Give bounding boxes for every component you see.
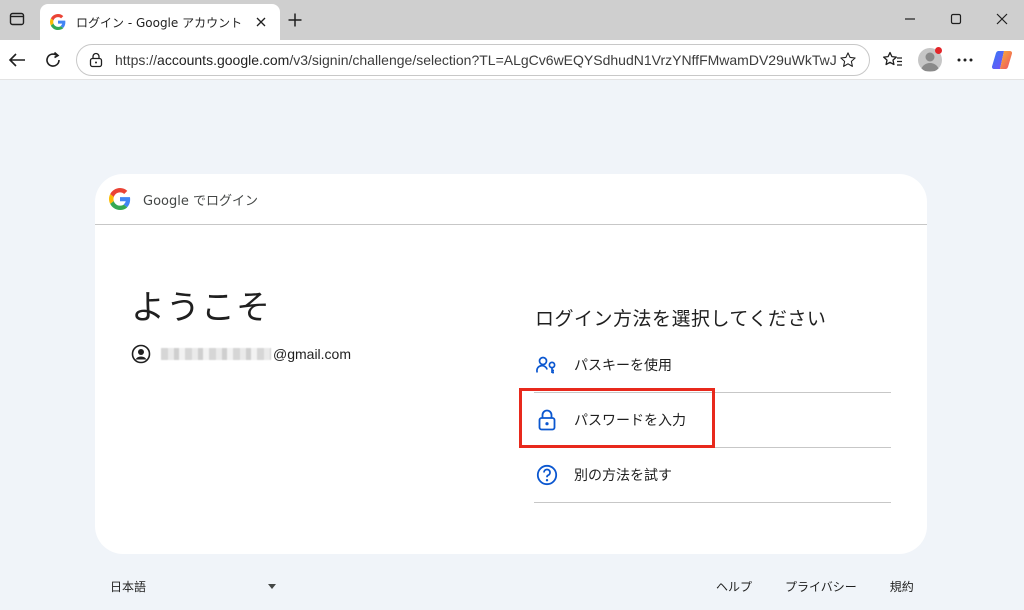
tab-strip: ログイン - Google アカウント <box>0 0 1024 40</box>
google-logo-icon <box>109 188 131 210</box>
close-tab-icon[interactable] <box>252 13 270 31</box>
browser-toolbar: https://accounts.google.com/v3/signin/ch… <box>0 40 1024 80</box>
notification-dot <box>935 47 942 54</box>
reload-icon[interactable] <box>40 48 66 72</box>
copilot-icon[interactable] <box>990 48 1014 72</box>
favorites-icon[interactable] <box>880 48 906 72</box>
option-label: パスキーを使用 <box>574 358 672 374</box>
footer-link-terms[interactable]: 規約 <box>890 578 914 595</box>
minimize-icon[interactable] <box>896 8 924 30</box>
bookmark-star-icon[interactable] <box>837 49 859 71</box>
welcome-heading: ようこそ <box>131 288 271 328</box>
maximize-icon[interactable] <box>942 8 970 30</box>
card-header: Google でログイン <box>95 174 927 225</box>
choose-method-title: ログイン方法を選択してください <box>535 308 827 330</box>
account-chip[interactable]: @gmail.com <box>131 344 351 364</box>
window-close-icon[interactable] <box>988 8 1016 30</box>
url-text: https://accounts.google.com/v3/signin/ch… <box>115 52 837 68</box>
option-use-passkey[interactable]: パスキーを使用 <box>534 338 891 393</box>
url-domain: accounts.google.com <box>157 52 290 68</box>
footer-link-help[interactable]: ヘルプ <box>716 578 752 595</box>
card-header-text: Google でログイン <box>143 193 258 209</box>
caret-down-icon <box>268 584 276 589</box>
site-info-lock-icon[interactable] <box>87 51 105 69</box>
footer-link-privacy[interactable]: プライバシー <box>785 578 857 595</box>
new-tab-icon[interactable] <box>284 9 306 31</box>
tab-title: ログイン - Google アカウント <box>76 15 243 30</box>
highlight-box <box>519 388 715 448</box>
footer-links: ヘルプ プライバシー 規約 <box>716 578 914 595</box>
account-email-domain: @gmail.com <box>273 346 352 362</box>
option-try-another-way[interactable]: 別の方法を試す <box>534 448 891 503</box>
passkey-icon <box>536 354 558 376</box>
redacted-email-username <box>161 348 271 360</box>
url-scheme: https:// <box>115 52 158 68</box>
more-menu-icon[interactable] <box>952 48 978 72</box>
help-icon <box>536 464 558 486</box>
url-path: /v3/signin/challenge/selection?TL=ALgCv6… <box>289 52 837 68</box>
google-favicon-icon <box>50 14 66 30</box>
option-label: 別の方法を試す <box>574 468 672 484</box>
active-tab[interactable]: ログイン - Google アカウント <box>40 4 280 40</box>
account-circle-icon <box>131 344 151 364</box>
tab-actions-icon[interactable] <box>6 8 28 30</box>
back-arrow-icon[interactable] <box>4 48 30 72</box>
language-selector[interactable]: 日本語 <box>110 578 276 595</box>
address-bar[interactable]: https://accounts.google.com/v3/signin/ch… <box>76 44 870 76</box>
language-label: 日本語 <box>110 580 147 594</box>
signin-card: Google でログイン ようこそ @gmail.com ログイン方法を選択して… <box>95 174 927 554</box>
